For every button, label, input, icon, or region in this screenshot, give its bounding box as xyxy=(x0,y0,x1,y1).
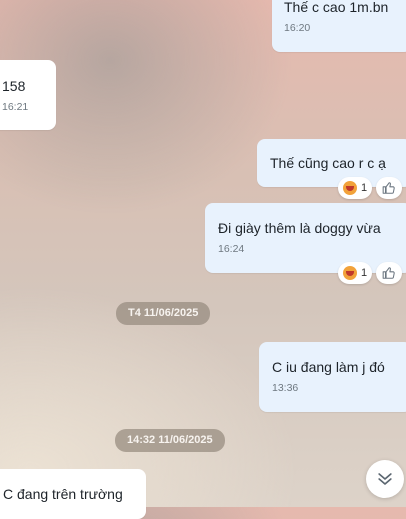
reaction-badge[interactable]: 1 xyxy=(338,262,373,284)
message-outgoing[interactable]: Đi giày thêm là doggy vừa 16:24 xyxy=(205,203,406,273)
like-button[interactable] xyxy=(376,262,402,284)
reaction-count: 1 xyxy=(361,182,368,194)
reaction-badge[interactable]: 1 xyxy=(338,177,373,199)
message-text: Thế c cao 1m.bn xyxy=(284,0,389,15)
thumbs-up-icon xyxy=(382,267,395,279)
double-chevron-down-icon xyxy=(378,473,392,485)
message-outgoing[interactable]: Thế c cao 1m.bn 16:20 xyxy=(272,0,406,52)
message-text: 158 xyxy=(2,78,26,94)
message-text: C đang trên trường xyxy=(3,486,123,502)
message-time: 16:20 xyxy=(284,22,311,34)
message-time: 13:36 xyxy=(272,382,299,394)
scroll-to-bottom-button[interactable] xyxy=(366,460,404,498)
thumbs-up-icon xyxy=(382,182,395,194)
like-button[interactable] xyxy=(376,177,402,199)
message-text: Đi giày thêm là doggy vừa xyxy=(218,220,381,236)
message-outgoing[interactable]: C iu đang làm j đó 13:36 xyxy=(259,342,406,412)
message-time: 16:21 xyxy=(2,101,29,113)
reaction-count: 1 xyxy=(361,267,368,279)
laughing-emoji-icon xyxy=(343,266,357,280)
message-text: C iu đang làm j đó xyxy=(272,359,385,375)
laughing-emoji-icon xyxy=(343,181,357,195)
date-separator: 14:32 11/06/2025 xyxy=(115,429,225,452)
message-incoming[interactable]: C đang trên trường xyxy=(0,469,146,519)
chat-message-list[interactable]: Thế c cao 1m.bn 16:20 158 16:21 Thế cũng… xyxy=(0,0,406,519)
message-text: Thế cũng cao r c ạ xyxy=(270,155,386,171)
date-separator: T4 11/06/2025 xyxy=(116,302,211,325)
message-incoming[interactable]: 158 16:21 xyxy=(0,60,56,130)
message-time: 16:24 xyxy=(218,243,245,255)
